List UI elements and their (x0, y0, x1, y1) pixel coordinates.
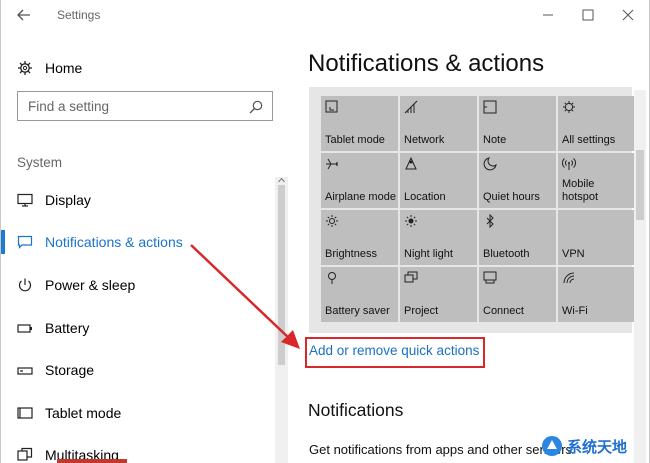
navigation-pane: Home Find a setting System Display Notif… (1, 30, 291, 463)
sidebar-item-multitasking[interactable]: Multitasking (1, 438, 273, 463)
active-indicator (1, 230, 5, 254)
network-icon (404, 100, 418, 114)
search-box[interactable]: Find a setting (17, 91, 273, 121)
sidebar-item-label: Display (45, 192, 91, 208)
sidebar-item-label: Tablet mode (45, 405, 122, 421)
project-icon (404, 271, 418, 283)
tile-label: Quiet hours (483, 191, 540, 203)
maximize-button[interactable] (579, 6, 597, 24)
tile-label: Airplane mode (325, 191, 396, 203)
tile-label: Location (404, 191, 446, 203)
watermark-text: 系统天地 (567, 438, 628, 456)
bluetooth-icon (486, 214, 494, 228)
quick-action-connect[interactable]: Connect (479, 267, 556, 322)
quick-action-bluetooth[interactable]: Bluetooth (479, 210, 556, 265)
tile-label: Connect (483, 305, 524, 317)
gear-icon (563, 101, 575, 113)
hotspot-icon (562, 158, 576, 170)
quick-action-mobile-hotspot[interactable]: Mobile hotspot (558, 153, 635, 208)
tile-label: Mobile hotspot (562, 178, 599, 203)
title-bar: Settings (1, 0, 649, 30)
tile-label: All settings (562, 134, 616, 146)
tile-label: Brightness (325, 248, 377, 260)
tablet-icon (17, 407, 33, 419)
quick-action-wifi[interactable]: Wi-Fi (558, 267, 635, 322)
search-input[interactable]: Find a setting (28, 99, 109, 114)
notifications-heading: Notifications (308, 400, 404, 420)
quick-actions-panel: Tablet mode Network Note All settings Ai… (309, 87, 635, 333)
back-arrow-icon[interactable] (15, 6, 33, 24)
quick-action-all-settings[interactable]: All settings (558, 96, 635, 151)
power-icon (18, 278, 32, 292)
page-title: Notifications & actions (308, 50, 545, 77)
airplane-icon (326, 158, 338, 170)
home-label: Home (45, 60, 83, 76)
tile-label: Project (404, 305, 439, 317)
quick-action-airplane-mode[interactable]: Airplane mode (321, 153, 398, 208)
note-icon (483, 100, 497, 114)
decorative-bar (57, 459, 127, 463)
tile-label: Network (404, 134, 445, 146)
moon-icon (483, 157, 497, 171)
multitasking-icon (17, 447, 33, 461)
storage-icon (17, 367, 33, 375)
quick-action-vpn[interactable]: VPN (558, 210, 635, 265)
minimize-button[interactable] (539, 6, 557, 24)
quick-action-location[interactable]: Location (400, 153, 477, 208)
quick-action-night-light[interactable]: Night light (400, 210, 477, 265)
sidebar-item-display[interactable]: Display (1, 183, 273, 217)
night-light-icon (405, 215, 417, 227)
gear-icon (18, 61, 32, 75)
quick-action-note[interactable]: Note (479, 96, 556, 151)
battery-icon (17, 324, 32, 333)
brightness-icon (326, 215, 338, 227)
wifi-icon (563, 272, 575, 284)
monitor-icon (17, 193, 33, 207)
tile-label: Wi-Fi (562, 305, 588, 317)
settings-window: Settings Home Find a setting System Disp… (0, 0, 650, 463)
left-scrollbar-thumb[interactable] (278, 185, 285, 365)
quick-action-tablet-mode[interactable]: Tablet mode (321, 96, 398, 151)
watermark: 系统天地 (541, 432, 649, 460)
quick-action-project[interactable]: Project (400, 267, 477, 322)
tile-label: VPN (562, 248, 585, 260)
sidebar-item-label: Power & sleep (45, 277, 136, 293)
location-icon (405, 157, 417, 170)
notifications-description: Get notifications from apps and other se… (309, 442, 573, 457)
sidebar-item-battery[interactable]: Battery (1, 311, 273, 345)
left-scrollbar[interactable] (275, 177, 288, 463)
content-pane: Notifications & actions Tablet mode Netw… (291, 30, 649, 463)
connect-icon (483, 271, 497, 284)
sidebar-item-storage[interactable]: Storage (1, 353, 273, 387)
right-scrollbar[interactable] (634, 90, 646, 463)
watermark-logo-icon (542, 436, 562, 456)
tile-label: Note (483, 134, 507, 146)
tile-label: Battery saver (325, 305, 390, 317)
search-icon[interactable] (248, 99, 264, 115)
quick-action-network[interactable]: Network (400, 96, 477, 151)
tile-label: Bluetooth (483, 248, 530, 260)
tile-label: Night light (404, 248, 453, 260)
quick-action-brightness[interactable]: Brightness (321, 210, 398, 265)
add-remove-quick-actions-link[interactable]: Add or remove quick actions (309, 343, 479, 358)
sidebar-item-tablet-mode[interactable]: Tablet mode (1, 396, 273, 430)
sidebar-item-label: Notifications & actions (45, 234, 183, 250)
battery-saver-icon (328, 272, 336, 284)
notification-icon (17, 235, 33, 249)
home-nav-item[interactable]: Home (17, 58, 82, 78)
scroll-up-icon[interactable] (278, 177, 285, 183)
sidebar-item-notifications-actions[interactable]: Notifications & actions (1, 225, 273, 259)
tablet-mode-icon (325, 100, 338, 113)
sidebar-item-power-sleep[interactable]: Power & sleep (1, 268, 273, 302)
sidebar-item-label: Storage (45, 362, 95, 378)
tile-label: Tablet mode (325, 134, 385, 146)
close-button[interactable] (619, 6, 637, 24)
right-scrollbar-thumb[interactable] (636, 150, 644, 220)
quick-action-quiet-hours[interactable]: Quiet hours (479, 153, 556, 208)
section-label-system: System (17, 155, 63, 170)
sidebar-item-label: Battery (45, 320, 90, 336)
quick-action-battery-saver[interactable]: Battery saver (321, 267, 398, 322)
window-title: Settings (57, 8, 101, 22)
